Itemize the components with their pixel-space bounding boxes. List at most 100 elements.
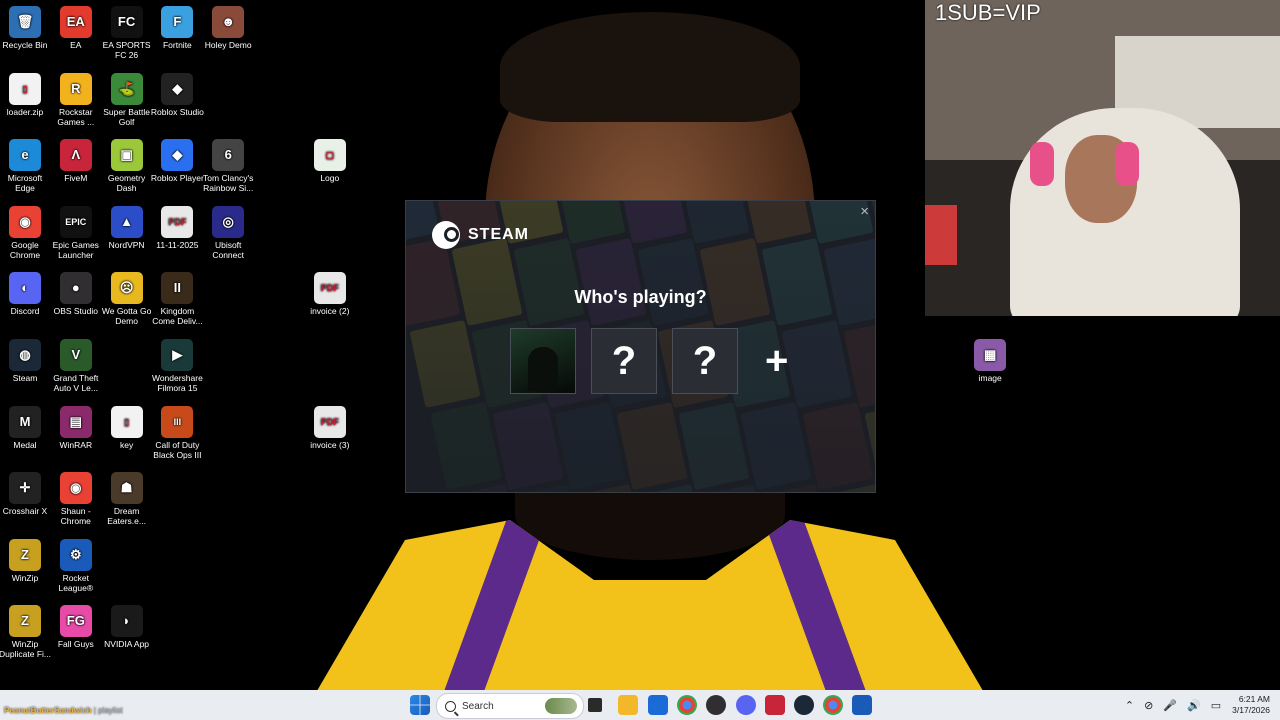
desktop-icon-label: 11-11-2025 <box>156 239 199 250</box>
desktop-icon[interactable]: ◆ Roblox Studio <box>150 72 204 117</box>
epic-games-icon: EPIC <box>59 205 92 238</box>
desktop-icon[interactable]: ▤ WinRAR <box>49 405 103 450</box>
pdf-file-icon: PDF <box>161 205 194 238</box>
desktop-icon[interactable]: II Kingdom Come Deliv... <box>150 272 204 326</box>
store-icon[interactable] <box>648 695 668 715</box>
desktop-icon[interactable]: e Microsoft Edge <box>0 139 52 193</box>
rocket-league-icon: ⚙ <box>59 538 92 571</box>
desktop-icon[interactable]: M Medal <box>0 405 52 450</box>
desktop-icon-label: Fall Guys <box>57 639 94 650</box>
desktop-icon[interactable]: ● OBS Studio <box>49 272 103 316</box>
cod-icon: III <box>161 405 194 438</box>
desktop-icon[interactable]: ◐ Discord <box>0 272 52 316</box>
desktop-icon[interactable]: ▯ key <box>100 405 154 450</box>
volume-icon[interactable]: 🔊 <box>1187 699 1201 712</box>
desktop-icon[interactable]: ⛳ Super Battle Golf <box>100 72 154 127</box>
desktop-icon-label: Microsoft Edge <box>7 173 43 194</box>
desktop-icon[interactable]: ◉ Google Chrome <box>0 205 52 260</box>
desktop-icon[interactable]: ◉ Shaun - Chrome <box>49 472 103 526</box>
headset-icon <box>1030 142 1054 186</box>
taskbar: Search ⌃ ⊘ 🎤 🔊 ▭ 6:21 AM 3/17/2026 <box>0 690 1280 720</box>
rocket-league-taskbar-icon[interactable] <box>852 695 872 715</box>
taskbar-search[interactable]: Search <box>436 693 584 719</box>
desktop-icon[interactable]: PDF 11-11-2025 <box>150 205 204 250</box>
unknown-profile-button[interactable]: ? <box>672 328 738 394</box>
desktop-icon-label: image <box>978 373 1002 383</box>
desktop-icon-label: Call of Duty Black Ops III <box>153 439 202 460</box>
desktop-icon[interactable]: ☹ We Gotta Go Demo <box>100 272 154 326</box>
desktop-icon[interactable]: ▦ image <box>963 339 1017 383</box>
desktop-icon[interactable]: 🗑 Recycle Bin <box>0 6 52 50</box>
desktop-icon[interactable]: ▶ Wondershare Filmora 15 <box>150 339 204 393</box>
chevron-up-icon[interactable]: ⌃ <box>1125 699 1134 712</box>
desktop-icon-label: loader.zip <box>6 106 44 117</box>
desktop-icon-label: OBS Studio <box>53 306 98 317</box>
jersey-trim <box>763 520 877 690</box>
desktop-icon[interactable]: ☗ Dream Eaters.e... <box>100 472 154 526</box>
desktop-icon[interactable]: Z WinZip Duplicate Fi... <box>0 605 52 659</box>
desktop-icon[interactable]: ▲ NordVPN <box>100 205 154 250</box>
battery-icon[interactable]: ▭ <box>1211 699 1221 712</box>
discord-icon: ◐ <box>9 272 41 305</box>
desktop-icon[interactable]: ▣ Geometry Dash <box>100 139 154 193</box>
start-button[interactable] <box>410 695 430 715</box>
desktop-icon[interactable]: PDF invoice (3) <box>303 405 357 450</box>
desktop-icon[interactable]: III Call of Duty Black Ops III <box>150 405 204 460</box>
desktop-icon[interactable]: FC EA SPORTS FC 26 <box>100 6 154 60</box>
nvidia-icon: ◗ <box>110 605 143 638</box>
desktop-icon[interactable]: FG Fall Guys <box>49 605 103 649</box>
microphone-icon[interactable]: 🎤 <box>1163 699 1177 712</box>
desktop-icon[interactable]: R Rockstar Games ... <box>49 72 103 127</box>
desktop-icon[interactable]: F Fortnite <box>150 6 204 50</box>
clock[interactable]: 6:21 AM 3/17/2026 <box>1232 694 1270 716</box>
webcam-overlay <box>925 0 1280 316</box>
desktop-icon[interactable]: ◎ Ubisoft Connect <box>201 205 255 260</box>
steam-icon: ◍ <box>9 339 41 371</box>
desktop-icon[interactable]: ☻ Holey Demo <box>201 6 255 50</box>
profile-avatar-button[interactable] <box>510 328 576 394</box>
desktop-icon[interactable]: ▢ Logo <box>303 139 357 183</box>
desktop-icon[interactable]: ▯ loader.zip <box>0 72 52 117</box>
roblox-player-icon: ◆ <box>161 139 194 172</box>
desktop-icon-label: WinZip <box>11 572 39 583</box>
desktop-icon[interactable]: PDF invoice (2) <box>303 272 357 316</box>
desktop-icon-label: Roblox Studio <box>150 106 204 117</box>
chrome-profile-taskbar-icon[interactable] <box>823 695 843 715</box>
desktop-icon-label: NVIDIA App <box>104 639 150 650</box>
desktop-icon-label: Wondershare Filmora 15 <box>151 373 203 393</box>
steam-taskbar-icon[interactable] <box>794 695 814 715</box>
desktop-icon[interactable]: ✛ Crosshair X <box>0 472 52 516</box>
desktop-icon-label: Ubisoft Connect <box>212 239 245 260</box>
chrome-taskbar-icon[interactable] <box>677 695 697 715</box>
filmora-icon: ▶ <box>161 339 194 371</box>
profile-picker: ? ? + <box>510 328 788 394</box>
roblox-studio-icon: ◆ <box>161 72 194 105</box>
desktop-icon-label: WinRAR <box>59 439 93 450</box>
winrar-icon: ▤ <box>59 405 92 438</box>
add-account-button[interactable]: + <box>765 339 788 384</box>
winzip-duplicate-icon: Z <box>9 605 41 638</box>
desktop-icon-label: Grand Theft Auto V Le... <box>53 373 99 393</box>
task-view-icon[interactable] <box>588 698 602 712</box>
fivem-taskbar-icon[interactable] <box>765 695 785 715</box>
file-explorer-icon[interactable] <box>618 695 638 715</box>
headset-icon <box>1115 142 1139 186</box>
desktop-icon[interactable]: V Grand Theft Auto V Le... <box>49 339 103 393</box>
desktop-icon[interactable]: ◆ Roblox Player <box>150 139 204 183</box>
discord-taskbar-icon[interactable] <box>736 695 756 715</box>
desktop-icon[interactable]: EPIC Epic Games Launcher <box>49 205 103 260</box>
desktop-icon[interactable]: EA EA <box>49 6 103 50</box>
desktop-icon[interactable]: ⚙ Rocket League® <box>49 538 103 593</box>
close-button[interactable]: × <box>860 203 869 220</box>
desktop-icon[interactable]: 6 Tom Clancy's Rainbow Si... <box>201 139 255 193</box>
desktop-icon[interactable]: Z WinZip <box>0 538 52 583</box>
desktop-icon[interactable]: ◍ Steam <box>0 339 52 383</box>
edge-icon: e <box>9 139 41 172</box>
fall-guys-icon: FG <box>59 605 92 638</box>
network-off-icon[interactable]: ⊘ <box>1144 699 1153 712</box>
desktop-icon[interactable]: Λ FiveM <box>49 139 103 183</box>
desktop-icon[interactable]: ◗ NVIDIA App <box>100 605 154 649</box>
search-highlight-art <box>545 698 577 714</box>
obs-taskbar-icon[interactable] <box>706 695 726 715</box>
unknown-profile-button[interactable]: ? <box>591 328 657 394</box>
